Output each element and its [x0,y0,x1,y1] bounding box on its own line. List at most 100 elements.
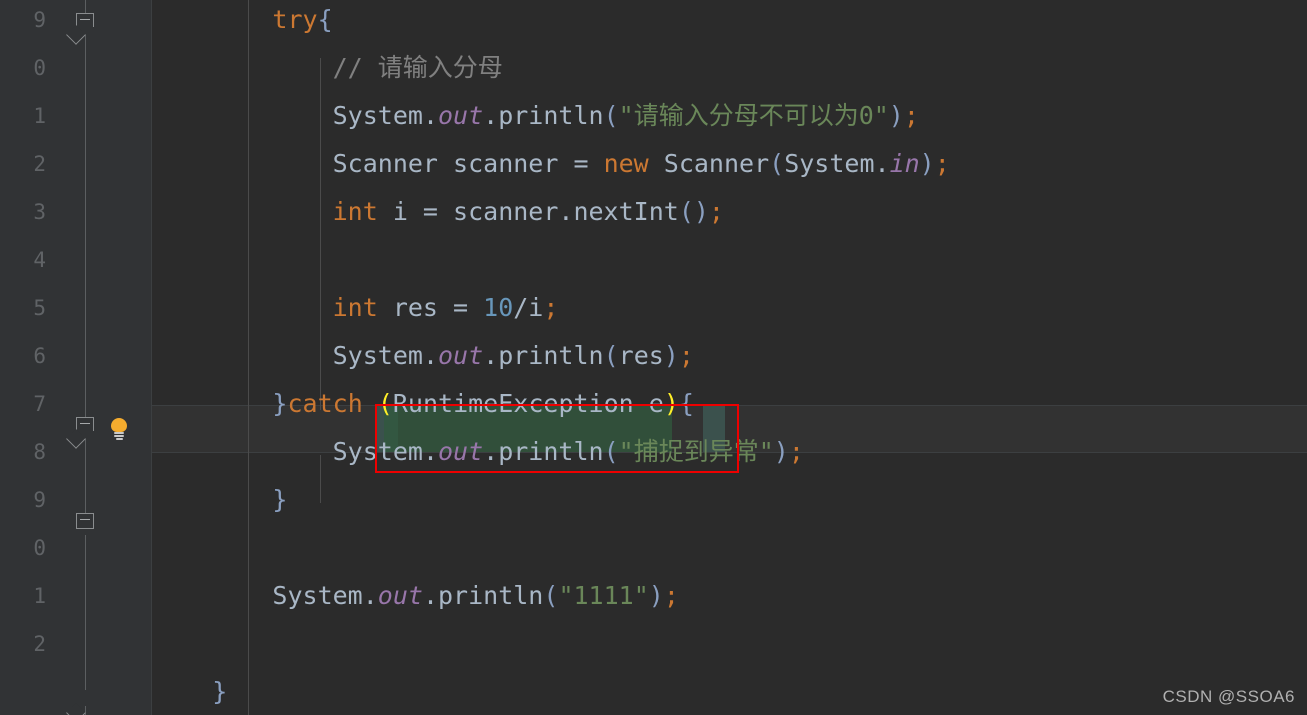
code-token: "请输入分母不可以为0" [618,101,889,130]
line-number: 0 [33,536,46,560]
code-line[interactable] [152,236,1307,284]
code-token: int [332,293,378,322]
code-token: ( [603,101,619,130]
code-editor[interactable]: 90123456789012 try{ // 请输入分母 System.out.… [0,0,1307,715]
code-line[interactable] [152,620,1307,668]
lightbulb-icon[interactable] [109,418,129,440]
code-token: RuntimeException e [392,389,664,418]
line-number: 8 [33,440,46,464]
code-token: . [422,101,438,130]
fold-marker-method-end[interactable] [76,690,95,706]
line-number: 2 [33,632,46,656]
line-number: 3 [33,200,46,224]
code-token: . [362,581,378,610]
code-token: ; [543,293,559,322]
code-line-text: }catch (RuntimeException e){ [152,389,694,418]
code-token: ; [678,341,694,370]
code-token: ) [888,101,904,130]
code-token: . [422,341,438,370]
code-token: i = scanner.nextInt [377,197,679,226]
code-token: () [678,197,709,226]
code-line[interactable]: int i = scanner.nextInt(); [152,188,1307,236]
code-token: ( [769,149,785,178]
line-number: 7 [33,392,46,416]
code-line[interactable]: // 请输入分母 [152,44,1307,92]
code-token: } [272,389,288,418]
code-line-text: } [152,677,227,706]
code-token: ; [903,101,919,130]
fold-rail [85,0,86,715]
code-token: ; [708,197,724,226]
code-token: ; [663,581,679,610]
code-line[interactable]: System.out.println(res); [152,332,1307,380]
code-token: System [332,437,423,466]
code-line[interactable]: System.out.println("捕捉到异常"); [152,428,1307,476]
line-number: 2 [33,152,46,176]
code-line-text: System.out.println("请输入分母不可以为0"); [152,101,919,130]
code-line[interactable]: }catch (RuntimeException e){ [152,380,1307,428]
line-number: 6 [33,344,46,368]
code-line[interactable]: } [152,476,1307,524]
code-line-text: System.out.println(res); [152,341,694,370]
code-token: Scanner scanner = [332,149,604,178]
code-line-text: int i = scanner.nextInt(); [152,197,724,226]
code-line-text: Scanner scanner = new Scanner(System.in)… [152,149,950,178]
code-token: ; [934,149,950,178]
code-line[interactable] [152,524,1307,572]
code-token: res [618,341,664,370]
code-line[interactable]: int res = 10/i; [152,284,1307,332]
line-number: 5 [33,296,46,320]
code-line[interactable]: System.out.println("请输入分母不可以为0"); [152,92,1307,140]
code-token: ( [377,389,393,418]
line-number: 1 [33,584,46,608]
lightbulb-base-2 [114,435,124,437]
code-token: } [212,677,228,706]
code-token: try [272,5,318,34]
code-line-text: System.out.println("捕捉到异常"); [152,437,804,466]
code-token: { [678,389,694,418]
code-token: 10 [483,293,514,322]
code-token: .println [483,437,604,466]
code-token: ) [663,341,679,370]
editor-gutter[interactable]: 9 0 1 2 3 4 5 6 7 8 9 0 1 2 [0,0,152,715]
code-token: System [332,101,423,130]
code-line[interactable]: try{ [152,0,1307,44]
code-token: ( [543,581,559,610]
code-token: ) [648,581,664,610]
line-number: 9 [33,488,46,512]
code-line-text: } [152,485,287,514]
code-line[interactable]: Scanner scanner = new Scanner(System.in)… [152,140,1307,188]
code-token: .println [483,101,604,130]
code-token: out [377,581,423,610]
code-line-text: int res = 10/i; [152,293,559,322]
lightbulb-glass [111,418,127,432]
code-text-area[interactable]: try{ // 请输入分母 System.out.println("请输入分母不… [152,0,1307,715]
fold-marker-block-end[interactable] [76,513,95,535]
code-token: System [332,341,423,370]
line-number: 9 [33,8,46,32]
fold-marker-catch[interactable] [76,417,95,439]
line-number: 1 [33,104,46,128]
code-token: // 请输入分母 [332,53,503,82]
code-token: { [317,5,333,34]
code-token: ) [663,389,679,418]
code-token: System [272,581,363,610]
fold-marker-try[interactable] [76,13,95,35]
code-token: out [438,437,484,466]
code-line[interactable]: } [152,668,1307,715]
line-number: 4 [33,248,46,272]
code-token: ) [919,149,935,178]
code-token: out [438,101,484,130]
code-line[interactable]: System.out.println("1111"); [152,572,1307,620]
code-token: ( [603,341,619,370]
